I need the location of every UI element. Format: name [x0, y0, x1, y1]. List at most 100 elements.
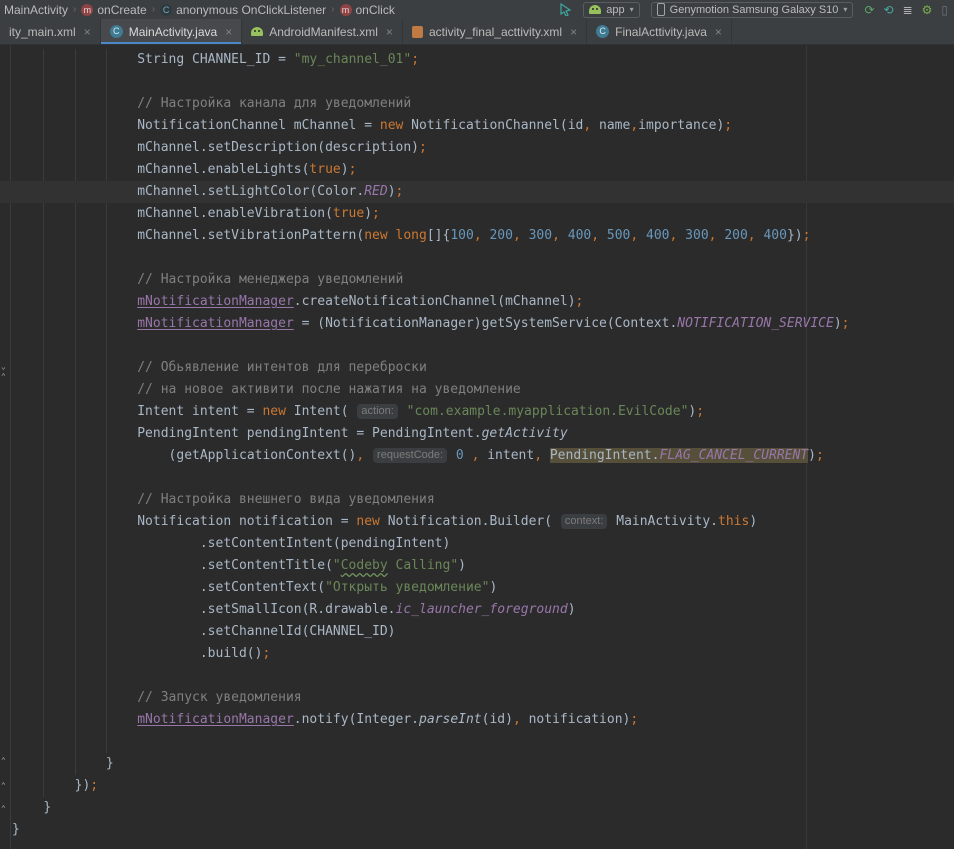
indent — [12, 778, 75, 793]
code-line[interactable]: // Настройка канала для уведомлений — [12, 93, 954, 115]
code-token: ; — [262, 646, 270, 661]
logcat-icon[interactable]: ≣ — [903, 4, 913, 16]
code-line[interactable]: // Запуск уведомления — [12, 687, 954, 709]
code-token: mChannel.setLightColor(Color. — [137, 184, 364, 199]
device-manager-icon[interactable]: ▯ — [941, 4, 948, 16]
code-line[interactable]: .setSmallIcon(R.drawable.ic_launcher_for… — [12, 599, 954, 621]
code-token: new — [364, 228, 387, 243]
code-line[interactable]: mChannel.setLightColor(Color.RED); — [0, 181, 954, 203]
code-token: = (NotificationManager)getSystemService(… — [294, 316, 678, 331]
indent — [12, 162, 137, 177]
chevron-down-icon: ▾ — [843, 5, 847, 14]
cursor-icon[interactable] — [559, 3, 572, 16]
top-navigation-bar: MainActivity›monCreate›Canonymous OnClic… — [0, 0, 954, 19]
code-line[interactable]: } — [12, 819, 954, 841]
fold-marker-icon[interactable]: ⌃ — [1, 757, 6, 765]
fold-marker-icon[interactable]: ⌃ — [1, 805, 6, 813]
code-token: , — [670, 228, 686, 243]
tab-mainactivity-java[interactable]: CMainActivity.java× — [101, 19, 243, 44]
code-token: ) — [749, 514, 757, 529]
tab-activity-final-acttivity-xml[interactable]: activity_final_acttivity.xml× — [403, 19, 587, 44]
code-token: , — [534, 448, 542, 463]
code-line[interactable]: .setContentIntent(pendingIntent) — [12, 533, 954, 555]
code-line[interactable]: String CHANNEL_ID = "my_channel_01"; — [12, 49, 954, 71]
breadcrumb-label: onCreate — [97, 3, 146, 17]
code-line[interactable]: .setContentTitle("Codeby Calling") — [12, 555, 954, 577]
sdk-manager-icon[interactable]: ⚙ — [922, 4, 933, 16]
code-token: ; — [724, 118, 732, 133]
code-line[interactable]: .build(); — [12, 643, 954, 665]
code-line[interactable]: mNotificationManager = (NotificationMana… — [12, 313, 954, 335]
code-line[interactable]: Notification notification = new Notifica… — [12, 511, 954, 533]
code-token: mChannel.setDescription(description) — [137, 140, 419, 155]
indent — [12, 690, 137, 705]
editor-gutter[interactable]: ⌄ ⌃ ⌃ ⌃ ⌃ — [0, 45, 11, 849]
tab-androidmanifest-xml[interactable]: AndroidManifest.xml × — [242, 19, 403, 44]
code-area[interactable]: String CHANNEL_ID = "my_channel_01"; // … — [12, 49, 954, 841]
tab-ity-main-xml[interactable]: ity_main.xml× — [0, 19, 101, 44]
code-token: NotificationChannel(id — [403, 118, 583, 133]
tab-close-icon[interactable]: × — [386, 25, 393, 39]
code-token: ) — [489, 580, 497, 595]
breadcrumb-item-anonymous-onclicklistener[interactable]: Canonymous OnClickListener — [158, 3, 328, 17]
code-line[interactable] — [12, 665, 954, 687]
code-line[interactable]: // Обьявление интентов для переброски — [12, 357, 954, 379]
code-line[interactable] — [12, 335, 954, 357]
breadcrumb-item-mainactivity[interactable]: MainActivity — [2, 3, 70, 17]
code-line[interactable]: mNotificationManager.notify(Integer.pars… — [12, 709, 954, 731]
code-line[interactable]: .setContentText("Открыть уведомление") — [12, 577, 954, 599]
code-token: new — [262, 404, 285, 419]
code-token: ; — [90, 778, 98, 793]
fold-marker-icon[interactable]: ⌃ — [1, 782, 6, 790]
breadcrumb-item-onclick[interactable]: monClick — [338, 3, 397, 17]
code-line[interactable]: NotificationChannel mChannel = new Notif… — [12, 115, 954, 137]
code-token: // на новое активити после нажатия на ув… — [137, 382, 521, 397]
indent — [12, 448, 169, 463]
code-token: // Настройка внешнего вида уведомления — [137, 492, 434, 507]
code-line[interactable]: PendingIntent pendingIntent = PendingInt… — [12, 423, 954, 445]
code-line[interactable] — [12, 71, 954, 93]
code-token: Intent( — [286, 404, 356, 419]
code-line[interactable] — [12, 467, 954, 489]
code-editor[interactable]: ⌄ ⌃ ⌃ ⌃ ⌃ String CHANNEL_ID = "my_channe… — [0, 45, 954, 849]
run-configuration-combo[interactable]: app ▾ — [583, 2, 639, 18]
code-line[interactable]: mChannel.setDescription(description); — [12, 137, 954, 159]
code-line[interactable]: } — [12, 797, 954, 819]
gradle-sync-icon[interactable]: ⟳ — [864, 4, 874, 16]
code-token: // Запуск уведомления — [137, 690, 301, 705]
code-line[interactable]: (getApplicationContext(), requestCode: 0… — [12, 445, 954, 467]
indent — [12, 580, 200, 595]
code-line[interactable]: }); — [12, 775, 954, 797]
tab-close-icon[interactable]: × — [84, 25, 91, 39]
tab-label: AndroidManifest.xml — [269, 25, 378, 39]
code-line[interactable]: Intent intent = new Intent( action: "com… — [12, 401, 954, 423]
tab-close-icon[interactable]: × — [225, 25, 232, 39]
code-line[interactable]: mChannel.enableLights(true); — [12, 159, 954, 181]
code-token: getActivity — [482, 426, 568, 441]
breadcrumb-item-oncreate[interactable]: monCreate — [79, 3, 148, 17]
tab-close-icon[interactable]: × — [715, 25, 722, 39]
code-line[interactable] — [12, 247, 954, 269]
fold-marker-icon[interactable]: ⌃ — [1, 373, 6, 381]
profiler-icon[interactable]: ⟲ — [884, 4, 894, 16]
fold-marker-icon[interactable]: ⌄ — [1, 363, 6, 371]
code-line[interactable]: mNotificationManager.createNotificationC… — [12, 291, 954, 313]
code-token: mNotificationManager — [137, 712, 294, 727]
device-selector-combo[interactable]: Genymotion Samsung Galaxy S10 ▾ — [651, 2, 854, 18]
code-line[interactable] — [12, 731, 954, 753]
tab-finalacttivity-java[interactable]: CFinalActtivity.java× — [587, 19, 732, 44]
code-token: .build() — [200, 646, 263, 661]
breadcrumb-label: onClick — [356, 3, 395, 17]
code-token: ic_launcher_foreground — [396, 602, 568, 617]
code-line[interactable]: // Настройка менеджера уведомлений — [12, 269, 954, 291]
code-token: this — [718, 514, 749, 529]
code-line[interactable]: .setChannelId(CHANNEL_ID) — [12, 621, 954, 643]
code-line[interactable]: // Настройка внешнего вида уведомления — [12, 489, 954, 511]
code-line[interactable]: mChannel.setVibrationPattern(new long[]{… — [12, 225, 954, 247]
code-token: // Настройка канала для уведомлений — [137, 96, 411, 111]
code-line[interactable]: } — [12, 753, 954, 775]
code-line[interactable]: mChannel.enableVibration(true); — [12, 203, 954, 225]
code-line[interactable]: // на новое активити после нажатия на ув… — [12, 379, 954, 401]
indent — [12, 800, 43, 815]
tab-close-icon[interactable]: × — [570, 25, 577, 39]
